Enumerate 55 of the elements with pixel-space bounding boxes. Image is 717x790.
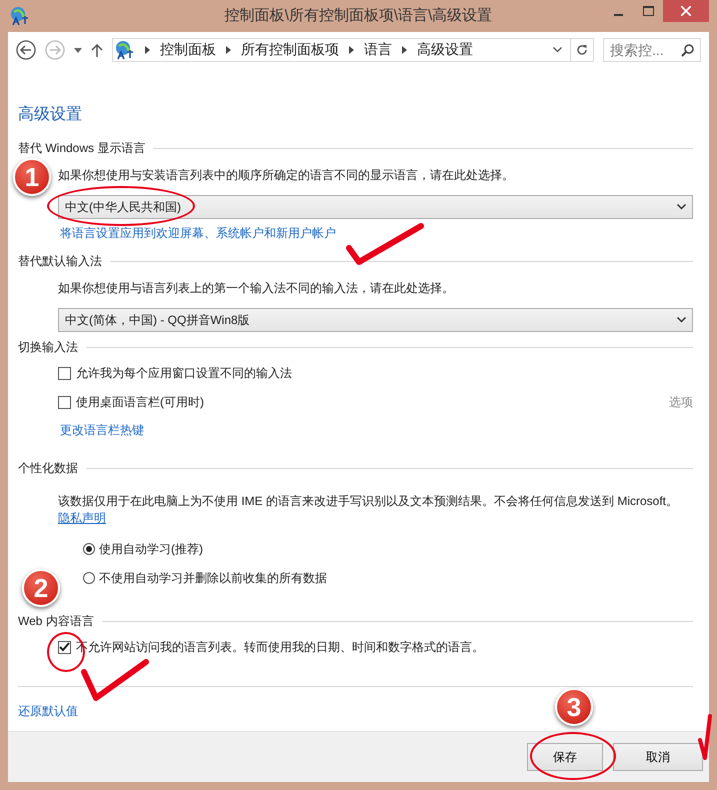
chevron-down-icon[interactable] [553, 47, 562, 53]
refresh-icon [576, 44, 588, 56]
up-arrow-icon[interactable] [91, 43, 103, 57]
refresh-button[interactable] [570, 38, 594, 62]
description-text: 如果你想使用与语言列表上的第一个输入法不同的输入法，请在此处选择。 [58, 280, 455, 296]
checkbox-label[interactable]: 使用桌面语言栏(可用时) [76, 394, 204, 410]
checkbox-label[interactable]: 允许我为每个应用窗口设置不同的输入法 [76, 364, 292, 382]
dialog-button[interactable]: 保存 [527, 743, 603, 771]
section-heading: 替代默认输入法 [18, 252, 102, 270]
chevron-icon [226, 46, 231, 54]
chevron-icon [402, 46, 407, 54]
close-icon [681, 6, 691, 16]
page-title: 高级设置 [18, 104, 83, 125]
section-heading: 个性化数据 [18, 460, 78, 476]
section-heading: 替代 Windows 显示语言 [18, 140, 146, 156]
privacy-link[interactable]: 隐私声明 [58, 510, 106, 527]
chevron-icon [145, 46, 150, 54]
radio-button[interactable] [83, 572, 95, 584]
checkbox[interactable] [58, 640, 71, 654]
maximize-icon [642, 6, 654, 16]
check-mark-drawing [80, 658, 150, 702]
description-text: 如果你想使用与安装语言列表中的顺序所确定的语言不同的显示语言，请在此处选择。 [58, 167, 515, 183]
dropdown[interactable]: 中文(中华人民共和国) [58, 195, 693, 219]
address-bar[interactable]: 控制面板 所有控制面板项 语言 高级设置 [112, 38, 571, 62]
section-heading: Web 内容语言 [18, 612, 94, 630]
close-button[interactable] [663, 0, 709, 22]
minimize-icon [614, 14, 622, 16]
highlight-ellipse [47, 632, 85, 672]
radio-label[interactable]: 使用自动学习(推荐) [99, 540, 203, 558]
radio-button[interactable] [83, 543, 95, 555]
breadcrumb[interactable]: 控制面板 [160, 41, 216, 59]
chevron-down-icon [677, 204, 686, 210]
breadcrumb[interactable]: 语言 [364, 41, 392, 59]
checkbox[interactable] [58, 396, 71, 408]
dialog-button[interactable]: 取消 [613, 743, 703, 771]
window-title: 控制面板\所有控制面板项\语言\高级设置 [224, 6, 492, 25]
restore-defaults-link[interactable]: 还原默认值 [18, 703, 78, 720]
back-icon[interactable] [16, 40, 36, 60]
check-mark-drawing [697, 712, 713, 762]
language-globe-icon [115, 40, 135, 60]
chevron-icon [349, 46, 354, 54]
language-globe-icon [10, 6, 30, 26]
search-field[interactable]: 搜索控... [603, 38, 701, 62]
breadcrumb[interactable]: 所有控制面板项 [241, 41, 339, 59]
dropdown-caret-icon[interactable] [74, 48, 82, 52]
checkbox[interactable] [58, 366, 71, 380]
link[interactable]: 更改语言栏热键 [60, 422, 144, 439]
link[interactable]: 将语言设置应用到欢迎屏幕、系统帐户和新用户帐户 [60, 225, 336, 242]
description-text: 该数据仅用于在此电脑上为不使用 IME 的语言来改进手写识别以及文本预测结果。不会将任何信息发送到 Microsoft。 [58, 493, 680, 509]
dropdown[interactable]: 中文(简体，中国) - QQ拼音Win8版 [58, 308, 693, 332]
radio-label[interactable]: 不使用自动学习并删除以前收集的所有数据 [99, 570, 327, 586]
chevron-down-icon [677, 317, 686, 323]
breadcrumb[interactable]: 高级设置 [417, 41, 473, 59]
search-icon [681, 44, 694, 57]
section-heading: 切换输入法 [18, 338, 78, 356]
